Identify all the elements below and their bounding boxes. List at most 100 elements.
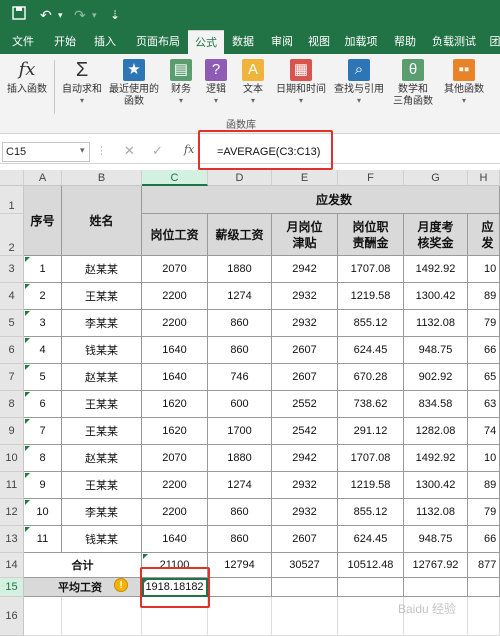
table-cell[interactable]: 74	[468, 418, 500, 445]
column-header-e[interactable]: E	[272, 170, 338, 186]
tab-team[interactable]: 团	[488, 30, 500, 54]
table-cell[interactable]: 834.58	[404, 391, 468, 418]
row-header-10[interactable]: 10	[0, 445, 24, 472]
row-header-14[interactable]: 14	[0, 553, 24, 578]
table-cell[interactable]: 1640	[142, 526, 208, 553]
table-cell[interactable]: 钱某某	[62, 337, 142, 364]
table-cell[interactable]: 2070	[142, 256, 208, 283]
table-cell[interactable]: 2932	[272, 472, 338, 499]
table-cell[interactable]: 2932	[272, 499, 338, 526]
table-cell[interactable]: 860	[208, 337, 272, 364]
row-header-1[interactable]: 1	[0, 186, 24, 214]
empty-cell[interactable]	[62, 597, 142, 636]
undo-icon[interactable]: ↶	[40, 6, 52, 24]
tab-insert[interactable]: 插入	[88, 30, 122, 54]
tab-file[interactable]: 文件	[6, 30, 40, 54]
empty-cell[interactable]	[338, 578, 404, 597]
table-cell[interactable]: 66	[468, 337, 500, 364]
table-cell[interactable]: 2070	[142, 445, 208, 472]
table-cell[interactable]: 1300.42	[404, 283, 468, 310]
table-cell[interactable]: 1219.58	[338, 472, 404, 499]
table-cell[interactable]: 2932	[272, 283, 338, 310]
logical-button[interactable]: ? 逻辑 ▾	[200, 57, 232, 115]
row-header-3[interactable]: 3	[0, 256, 24, 283]
empty-cell[interactable]	[272, 578, 338, 597]
name-box[interactable]: C15	[2, 142, 90, 162]
table-cell[interactable]: 66	[468, 526, 500, 553]
table-cell[interactable]: 1620	[142, 391, 208, 418]
column-header-d[interactable]: D	[208, 170, 272, 186]
table-cell[interactable]: 2200	[142, 310, 208, 337]
table-cell[interactable]: 2552	[272, 391, 338, 418]
table-cell[interactable]: 2607	[272, 364, 338, 391]
table-cell[interactable]: 624.45	[338, 526, 404, 553]
customize-toolbar-icon[interactable]: ⇣	[110, 6, 120, 24]
table-cell[interactable]: 王某某	[62, 472, 142, 499]
table-cell[interactable]: 2200	[142, 499, 208, 526]
empty-cell[interactable]	[338, 597, 404, 636]
recent-functions-button[interactable]: ★ 最近使用的 函数	[106, 57, 162, 115]
column-header-h[interactable]: H	[468, 170, 500, 186]
empty-cell[interactable]	[468, 597, 500, 636]
table-cell[interactable]: 1640	[142, 364, 208, 391]
table-cell[interactable]: 79	[468, 499, 500, 526]
table-cell[interactable]: 860	[208, 310, 272, 337]
table-cell[interactable]: 855.12	[338, 310, 404, 337]
table-cell[interactable]: 2942	[272, 256, 338, 283]
tab-data[interactable]: 数据	[228, 30, 258, 54]
table-cell[interactable]: 1707.08	[338, 445, 404, 472]
tab-formulas[interactable]: 公式	[188, 30, 224, 54]
table-cell[interactable]: 670.28	[338, 364, 404, 391]
empty-cell[interactable]	[272, 597, 338, 636]
table-cell[interactable]: 738.62	[338, 391, 404, 418]
table-cell[interactable]: 2200	[142, 472, 208, 499]
table-cell[interactable]: 2942	[272, 445, 338, 472]
table-cell[interactable]: 79	[468, 310, 500, 337]
tab-review[interactable]: 审阅	[264, 30, 300, 54]
row-header-7[interactable]: 7	[0, 364, 24, 391]
table-cell[interactable]: 2607	[272, 526, 338, 553]
select-all-corner[interactable]	[0, 170, 24, 186]
table-cell[interactable]: 钱某某	[62, 526, 142, 553]
text-button[interactable]: A 文本 ▾	[236, 57, 270, 115]
total-cell[interactable]: 12794	[208, 553, 272, 578]
table-cell[interactable]: 10	[468, 445, 500, 472]
insert-function-icon[interactable]: fx	[184, 143, 194, 156]
table-cell[interactable]: 2607	[272, 337, 338, 364]
table-cell[interactable]: 赵某某	[62, 445, 142, 472]
table-cell[interactable]: 1274	[208, 472, 272, 499]
table-cell[interactable]: 1274	[208, 283, 272, 310]
table-cell[interactable]: 1700	[208, 418, 272, 445]
row-header-15[interactable]: 15	[0, 578, 24, 597]
table-cell[interactable]: 2200	[142, 283, 208, 310]
table-cell[interactable]: 855.12	[338, 499, 404, 526]
row-header-5[interactable]: 5	[0, 310, 24, 337]
name-box-dropdown-icon[interactable]: ▾	[80, 145, 85, 156]
table-cell[interactable]: 王某某	[62, 418, 142, 445]
row-header-8[interactable]: 8	[0, 391, 24, 418]
total-cell[interactable]: 10512.48	[338, 553, 404, 578]
save-icon[interactable]	[12, 6, 26, 24]
table-cell[interactable]: 860	[208, 526, 272, 553]
empty-cell[interactable]	[24, 597, 62, 636]
table-cell[interactable]: 王某某	[62, 391, 142, 418]
table-cell[interactable]: 63	[468, 391, 500, 418]
table-cell[interactable]: 1640	[142, 337, 208, 364]
table-cell[interactable]: 624.45	[338, 337, 404, 364]
warning-icon[interactable]: !	[114, 578, 128, 592]
table-cell[interactable]: 李某某	[62, 499, 142, 526]
table-cell[interactable]: 1132.08	[404, 310, 468, 337]
table-cell[interactable]: 89	[468, 472, 500, 499]
tab-load-test[interactable]: 负载测试	[428, 30, 480, 54]
table-cell[interactable]: 2932	[272, 310, 338, 337]
undo-dropdown-icon[interactable]: ▾	[58, 6, 63, 24]
table-cell[interactable]: 1880	[208, 256, 272, 283]
total-cell[interactable]: 30527	[272, 553, 338, 578]
empty-cell[interactable]	[208, 597, 272, 636]
table-cell[interactable]: 赵某某	[62, 256, 142, 283]
table-cell[interactable]: 65	[468, 364, 500, 391]
insert-function-button[interactable]: fx 插入函数	[4, 57, 50, 115]
tab-help[interactable]: 帮助	[390, 30, 420, 54]
total-cell[interactable]: 12767.92	[404, 553, 468, 578]
table-cell[interactable]: 1620	[142, 418, 208, 445]
